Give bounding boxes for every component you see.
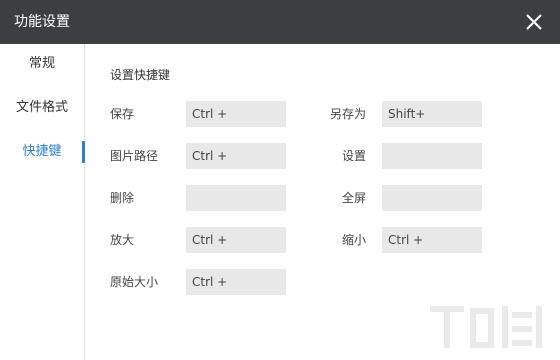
sidebar-item-label: 常规 [28,56,55,71]
sidebar-item-shortcuts[interactable]: 快捷键 [0,141,85,163]
shortcut-field-save[interactable]: Ctrl + [186,101,286,127]
shortcut-field-zoom-in[interactable]: Ctrl + [186,227,286,253]
shortcut-field-delete[interactable] [186,185,286,211]
sidebar: 常规 文件格式 快捷键 [0,44,85,360]
watermark-logo [430,306,542,348]
shortcut-label-original-size: 原始大小 [110,275,159,289]
sidebar-item-label: 快捷键 [22,144,62,159]
shortcut-field-settings[interactable] [382,143,482,169]
shortcut-label-fullscreen: 全屏 [341,191,366,205]
shortcut-field-fullscreen[interactable] [382,185,482,211]
shortcut-label-zoom-in: 放大 [110,233,135,247]
shortcut-label-save-as: 另存为 [329,107,366,121]
shortcut-label-delete: 删除 [110,191,135,205]
shortcut-label-settings: 设置 [341,149,366,163]
section-title: 设置快捷键 [110,68,171,82]
sidebar-item-file-format[interactable]: 文件格式 [0,97,84,119]
shortcut-field-image-path[interactable]: Ctrl + [186,143,286,169]
window-title: 功能设置 [14,14,70,30]
active-indicator [82,141,85,163]
shortcut-label-zoom-out: 缩小 [341,233,366,247]
title-bar: 功能设置 [0,0,560,44]
sidebar-item-label: 文件格式 [15,100,68,115]
shortcut-label-save: 保存 [110,107,135,121]
shortcut-label-image-path: 图片路径 [110,149,159,163]
close-icon[interactable] [524,12,544,32]
shortcut-field-save-as[interactable]: Shift+ [382,101,482,127]
sidebar-item-general[interactable]: 常规 [0,53,84,75]
shortcut-field-zoom-out[interactable]: Ctrl + [382,227,482,253]
shortcut-field-original-size[interactable]: Ctrl + [186,269,286,295]
